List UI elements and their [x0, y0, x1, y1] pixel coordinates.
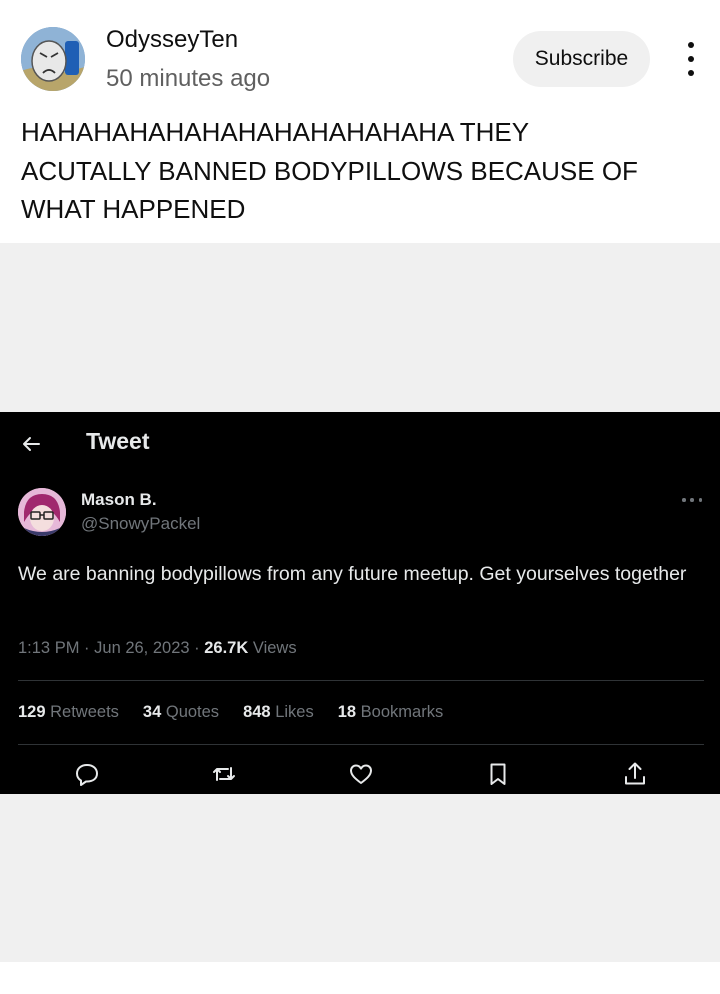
quotes-count: 34 [142, 703, 162, 721]
retweets-count: 129 [18, 703, 46, 721]
tweet-screenshot [0, 412, 720, 794]
post-header: OdysseyTen 50 minutes ago Subscribe [0, 0, 720, 112]
retweets-label: Retweets [50, 703, 119, 721]
bookmarks-label: Bookmarks [360, 703, 444, 721]
tweet-author-name: Mason B. [81, 490, 157, 509]
quotes-label: Quotes [165, 703, 220, 721]
likes-count: 848 [243, 703, 271, 721]
bookmark-icon [490, 763, 506, 785]
tweet-author-handle: @SnowyPackel [81, 514, 201, 533]
more-options-icon[interactable] [676, 38, 706, 80]
tweet-header-title: Tweet [86, 428, 150, 454]
tweet-meta: 1:13 PM · Jun 26, 2023 · 26.7K Views [18, 639, 297, 657]
tweet-author-avatar [18, 488, 66, 536]
tweet-more-icon [682, 492, 702, 508]
retweet-icon [213, 767, 235, 781]
likes-label: Likes [275, 703, 314, 721]
tweet-date: Jun 26, 2023 [94, 639, 190, 657]
like-icon [350, 764, 372, 784]
post-text: HAHAHAHAHAHAHAHAHAHAHAHA THEY ACUTALLY B… [21, 117, 638, 224]
author-name[interactable]: OdysseyTen [106, 26, 238, 54]
tweet-divider [18, 744, 704, 745]
back-arrow-icon [23, 437, 40, 451]
tweet-time: 1:13 PM [18, 639, 80, 657]
bookmarks-count: 18 [337, 703, 357, 721]
subscribe-button[interactable]: Subscribe [513, 31, 650, 87]
tweet-stats: 129 Retweets 34 Quotes 848 Likes 18 Book… [18, 703, 443, 722]
bottom-strip [0, 962, 720, 994]
post-timestamp: 50 minutes ago [106, 65, 271, 92]
share-icon [625, 762, 645, 785]
tweet-divider [18, 680, 704, 681]
tweet-views-label: Views [252, 639, 297, 657]
tweet-views-count: 26.7K [204, 639, 249, 657]
tweet-body: We are banning bodypillows from any futu… [18, 563, 687, 585]
reply-icon [76, 764, 98, 786]
channel-avatar[interactable] [21, 27, 85, 91]
